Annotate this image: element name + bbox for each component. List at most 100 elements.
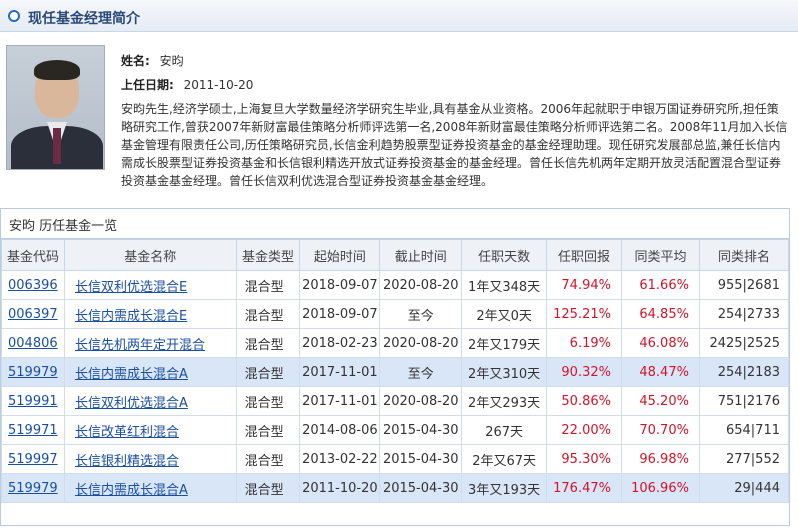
fund-type-cell: 混合型: [235, 444, 301, 474]
tenure-return-cell: 95.30%: [546, 444, 622, 474]
peer-rank-cell: 2425|2525: [698, 328, 790, 358]
tenure-return-cell: 50.86%: [546, 386, 622, 416]
peer-average-cell: 61.66%: [620, 270, 700, 300]
start-date-cell: 2018-09-07: [299, 299, 381, 329]
peer-average-cell: 48.47%: [620, 357, 700, 387]
end-date-cell: 至今: [379, 357, 463, 387]
fund-type-cell: 混合型: [235, 270, 301, 300]
tenure-days-cell: 1年又348天: [461, 270, 548, 300]
peer-average-cell: 96.98%: [620, 444, 700, 474]
fund-code-cell: 519979: [1, 357, 65, 387]
fund-name-link[interactable]: 长信内需成长混合A: [75, 483, 188, 498]
fund-code-cell: 519997: [1, 444, 65, 474]
peer-rank-cell: 955|2681: [698, 270, 790, 300]
end-date-cell: 2020-08-20: [379, 270, 463, 300]
fund-name-link[interactable]: 长信内需成长混合A: [75, 367, 188, 382]
start-date-cell: 2013-02-22: [299, 444, 381, 474]
start-date-cell: 2018-02-23: [299, 328, 381, 358]
start-date-cell: 2014-08-06: [299, 415, 381, 445]
peer-average-cell: 46.08%: [620, 328, 700, 358]
fund-name-cell: 长信先机两年定开混合: [63, 328, 237, 358]
table-row: 519997 长信银利精选混合 混合型 2013-02-22 2015-04-30 2年又…: [1, 444, 790, 474]
col-header[interactable]: 同类排名: [698, 239, 790, 271]
end-date-cell: 至今: [379, 299, 463, 329]
tenure-return-cell: 6.19%: [546, 328, 622, 358]
table-row: 519991 长信双利优选混合A 混合型 2017-11-01 2020-08-20 2年…: [1, 386, 790, 416]
table-row: 006396 长信双利优选混合E 混合型 2018-09-07 2020-08-20 1年…: [1, 270, 790, 300]
section-header: 现任基金经理简介: [0, 0, 798, 32]
section-title: 现任基金经理简介: [28, 11, 140, 27]
end-date-cell: 2020-08-20: [379, 386, 463, 416]
table-row: 004806 长信先机两年定开混合 混合型 2018-02-23 2020-08-20 2…: [1, 328, 790, 358]
fund-code-cell: 519971: [1, 415, 65, 445]
tenure-days-cell: 3年又193天: [461, 473, 548, 503]
fund-code-link[interactable]: 519979: [8, 365, 58, 380]
peer-rank-cell: 29|444: [698, 473, 790, 503]
fund-name-link[interactable]: 长信先机两年定开混合: [75, 338, 205, 353]
fund-code-cell: 519991: [1, 386, 65, 416]
start-date-cell: 2018-09-07: [299, 270, 381, 300]
end-date-cell: 2020-08-20: [379, 328, 463, 358]
fund-name-cell: 长信内需成长混合A: [63, 473, 237, 503]
fund-name-link[interactable]: 长信内需成长混合E: [75, 309, 187, 324]
fund-code-link[interactable]: 006397: [8, 307, 58, 322]
tenure-return-cell: 176.47%: [546, 473, 622, 503]
col-header[interactable]: 同类平均: [620, 239, 700, 271]
tenure-return-cell: 22.00%: [546, 415, 622, 445]
col-header[interactable]: 基金类型: [235, 239, 301, 271]
manager-bio: 安昀先生,经济学硕士,上海复旦大学数量经济学研究生毕业,具有基金从业资格。200…: [121, 102, 788, 188]
tenure-days-cell: 2年又310天: [461, 357, 548, 387]
fund-name-cell: 长信内需成长混合E: [63, 299, 237, 329]
manager-profile: 姓名: 安昀 上任日期: 2011-10-20 安昀先生,经济学硕士,上海复旦大…: [0, 32, 798, 204]
fund-history-caption: 安昀 历任基金一览: [1, 209, 789, 239]
fund-code-link[interactable]: 519991: [8, 394, 58, 409]
fund-name-link[interactable]: 长信双利优选混合A: [75, 396, 188, 411]
start-date-cell: 2011-10-20: [299, 473, 381, 503]
start-date-cell: 2017-11-01: [299, 357, 381, 387]
peer-average-cell: 106.96%: [620, 473, 700, 503]
manager-photo: [6, 45, 105, 170]
fund-code-link[interactable]: 519971: [8, 423, 58, 438]
fund-code-link[interactable]: 006396: [8, 278, 58, 293]
col-header[interactable]: 截止时间: [379, 239, 463, 271]
peer-rank-cell: 751|2176: [698, 386, 790, 416]
tenure-days-cell: 2年又0天: [461, 299, 548, 329]
table-row: 519979 长信内需成长混合A 混合型 2011-10-20 2015-04-30 3年…: [1, 473, 790, 503]
fund-name-cell: 长信内需成长混合A: [63, 357, 237, 387]
col-header[interactable]: 基金名称: [63, 239, 237, 271]
col-header[interactable]: 任职回报: [546, 239, 622, 271]
fund-code-link[interactable]: 519997: [8, 452, 58, 467]
peer-rank-cell: 254|2733: [698, 299, 790, 329]
tenure-days-cell: 2年又179天: [461, 328, 548, 358]
manager-name: 安昀: [159, 54, 184, 68]
fund-code-cell: 006396: [1, 270, 65, 300]
fund-code-link[interactable]: 519979: [8, 481, 58, 496]
tenure-days-cell: 2年又67天: [461, 444, 548, 474]
manager-name-field: 姓名: 安昀: [121, 52, 184, 69]
col-header[interactable]: 起始时间: [299, 239, 381, 271]
fund-code-cell: 519979: [1, 473, 65, 503]
fund-type-cell: 混合型: [235, 328, 301, 358]
peer-rank-cell: 254|2183: [698, 357, 790, 387]
table-row: 006397 长信内需成长混合E 混合型 2018-09-07 至今 2年又0天 125.2…: [1, 299, 790, 329]
fund-name-cell: 长信改革红利混合: [63, 415, 237, 445]
fund-type-cell: 混合型: [235, 386, 301, 416]
col-header[interactable]: 基金代码: [1, 239, 65, 271]
peer-average-cell: 45.20%: [620, 386, 700, 416]
fund-history-panel: 安昀 历任基金一览 基金代码 基金名称 基金类型 起始时间 截止时间 任职天数 …: [0, 208, 790, 526]
peer-average-cell: 64.85%: [620, 299, 700, 329]
fund-name-cell: 长信双利优选混合A: [63, 386, 237, 416]
table-row: 519979 长信内需成长混合A 混合型 2017-11-01 至今 2年又310天 90.…: [1, 357, 790, 387]
end-date-cell: 2015-04-30: [379, 415, 463, 445]
fund-name-cell: 长信双利优选混合E: [63, 270, 237, 300]
peer-rank-cell: 277|552: [698, 444, 790, 474]
fund-code-link[interactable]: 004806: [8, 336, 58, 351]
fund-name-link[interactable]: 长信改革红利混合: [75, 425, 179, 440]
peer-average-cell: 70.70%: [620, 415, 700, 445]
fund-name-link[interactable]: 长信双利优选混合E: [75, 280, 187, 295]
end-date-cell: 2015-04-30: [379, 473, 463, 503]
col-header[interactable]: 任职天数: [461, 239, 548, 271]
fund-type-cell: 混合型: [235, 415, 301, 445]
fund-type-cell: 混合型: [235, 299, 301, 329]
fund-name-link[interactable]: 长信银利精选混合: [75, 454, 179, 469]
